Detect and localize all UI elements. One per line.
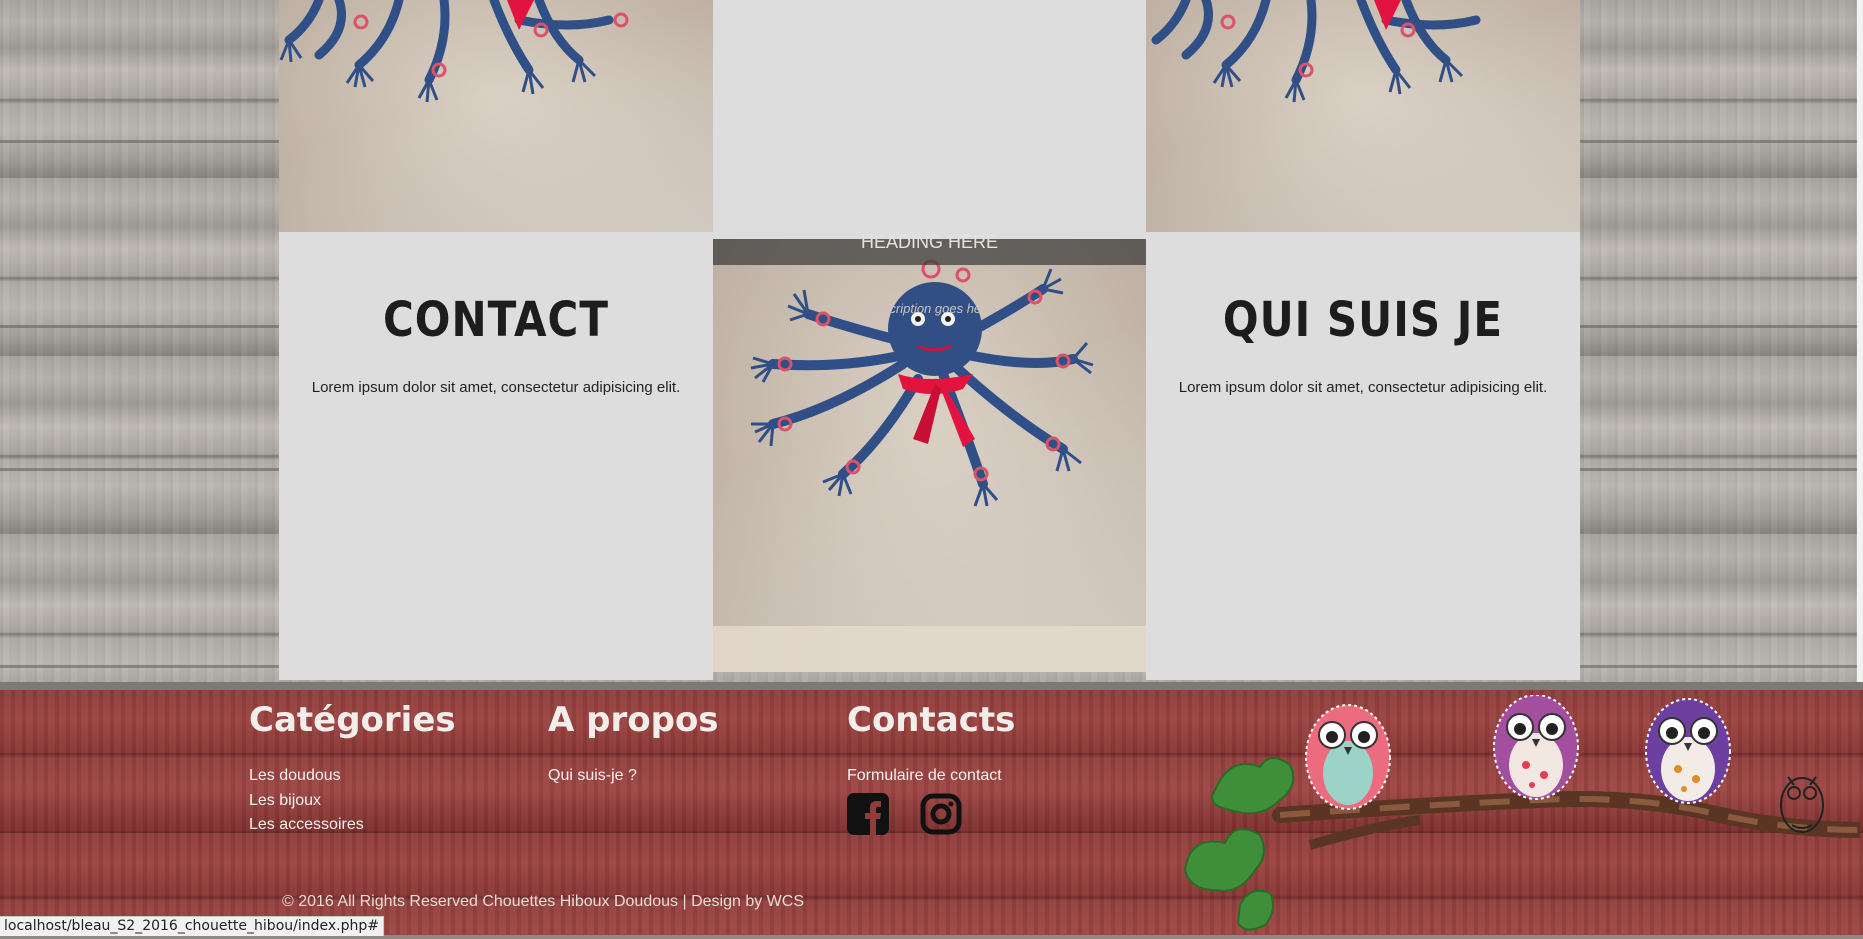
placeholder-panel xyxy=(713,0,1146,232)
page-edge xyxy=(1857,0,1863,690)
about-text: Lorem ipsum dolor sit amet, consectetur … xyxy=(1178,379,1548,396)
copyright-text: © 2016 All Rights Reserved Chouettes Hib… xyxy=(282,893,804,910)
footer-link-qui-suis-je[interactable]: Qui suis-je ? xyxy=(548,767,637,785)
contact-title: CONTACT xyxy=(382,291,610,348)
contact-text: Lorem ipsum dolor sit amet, consectetur … xyxy=(311,379,681,396)
footer-link-doudous[interactable]: Les doudous xyxy=(249,767,341,785)
instagram-icon[interactable] xyxy=(920,793,962,835)
footer-link-accessoires[interactable]: Les accessoires xyxy=(249,816,364,834)
overlay-heading: HEADING HERE xyxy=(860,232,999,252)
footer-contacts-title: Contacts xyxy=(847,700,1016,740)
facebook-icon[interactable] xyxy=(847,793,889,835)
footer-apropos-title: A propos xyxy=(548,700,719,740)
footer-link-bijoux[interactable]: Les bijoux xyxy=(249,792,321,810)
overlay-description: Description goes here xyxy=(866,301,993,316)
footer-categories-title: Catégories xyxy=(249,700,456,740)
photo-lower-band xyxy=(713,626,1146,672)
about-title: QUI SUIS JE xyxy=(1222,291,1504,348)
product-photo-top-left[interactable] xyxy=(279,0,713,232)
status-bar-url: localhost/bleau_S2_2016_chouette_hibou/i… xyxy=(0,916,384,936)
product-photo-top-right[interactable] xyxy=(1146,0,1580,232)
owl-branch-illustration xyxy=(1160,694,1863,935)
footer-link-contact-form[interactable]: Formulaire de contact xyxy=(847,767,1002,785)
